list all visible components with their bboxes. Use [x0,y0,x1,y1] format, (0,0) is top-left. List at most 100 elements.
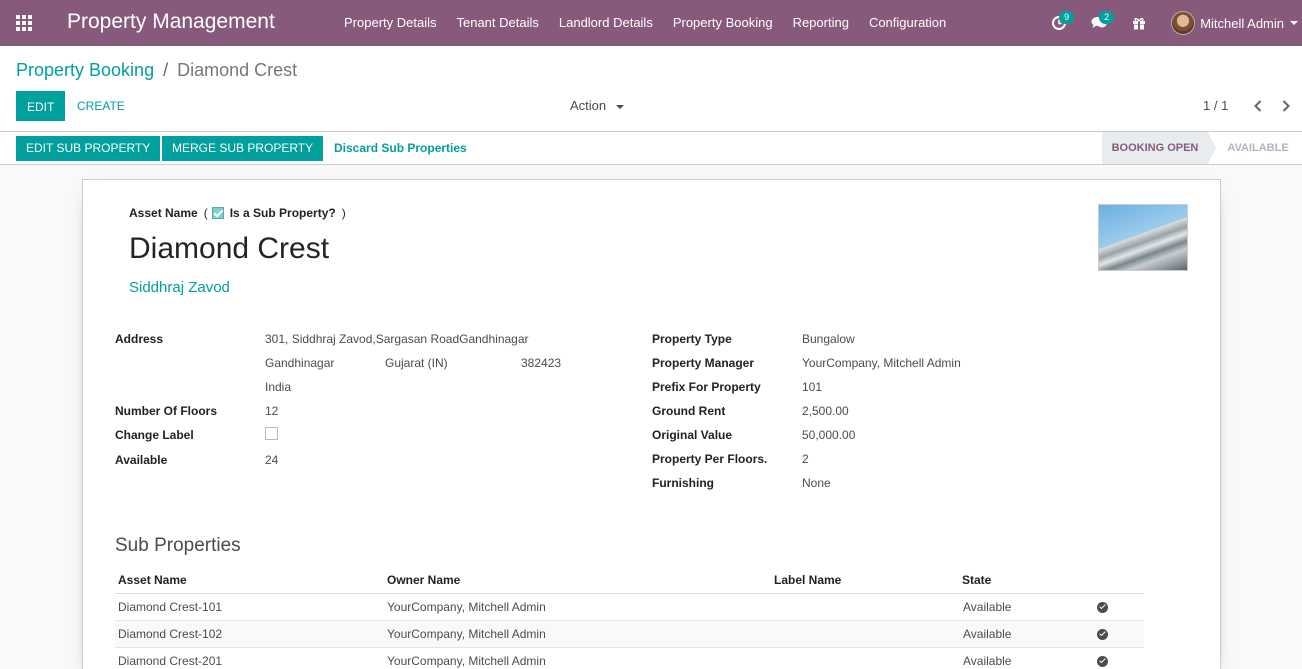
control-panel: Property Booking / Diamond Crest EDIT CR… [0,46,1302,132]
menu-property-booking[interactable]: Property Booking [663,0,783,46]
status-bar: EDIT SUB PROPERTY MERGE SUB PROPERTY Dis… [0,132,1302,165]
is-sub-property-label: Is a Sub Property? [229,206,336,220]
avatar [1171,11,1196,35]
chevron-down-icon [1290,21,1298,25]
is-sub-property-checkbox[interactable] [211,207,224,219]
systray: 9 2 Mitchell Admin [1039,0,1302,46]
chevron-left-icon [1254,100,1262,112]
messages-count-badge: 2 [1099,11,1115,24]
table-header: Asset Name Owner Name Label Name State [115,567,1144,594]
menu-reporting[interactable]: Reporting [783,0,859,46]
chevron-right-icon [1282,100,1290,112]
available-value: 24 [265,453,279,467]
menu-landlord-details[interactable]: Landlord Details [549,0,663,46]
property-type-value: Bungalow [802,332,855,346]
check-circle-icon[interactable] [1097,656,1108,667]
pager-next-button[interactable] [1277,95,1295,117]
address-label: Address [115,332,164,346]
property-per-floors-label: Property Per Floors. [652,452,768,466]
table-row[interactable]: Diamond Crest-101 YourCompany, Mitchell … [115,594,1144,621]
gift-icon [1133,17,1146,30]
row-asset-name: Diamond Crest-102 [118,627,223,641]
original-value-value: 50,000.00 [802,428,856,442]
check-circle-icon[interactable] [1097,629,1108,640]
address-street[interactable]: 301, Siddhraj Zavod,Sargasan RoadGandhin… [265,332,529,346]
menu-tenant-details[interactable]: Tenant Details [446,0,548,46]
row-asset-name: Diamond Crest-101 [118,600,223,614]
pager-previous-button[interactable] [1249,95,1267,117]
user-name: Mitchell Admin [1200,15,1284,31]
table-row[interactable]: Diamond Crest-102 YourCompany, Mitchell … [115,621,1144,648]
action-label: Action [570,98,607,113]
create-button[interactable]: CREATE [68,91,134,121]
paren-open: ( [203,206,208,220]
discard-sub-properties-button[interactable]: Discard Sub Properties [334,136,467,161]
asset-name-label: Asset Name [129,206,198,220]
menu-property-details[interactable]: Property Details [334,0,446,46]
edit-button[interactable]: EDIT [16,91,66,121]
asset-name-header: Asset Name ( Is a Sub Property?) [129,206,350,220]
address-state[interactable]: Gujarat (IN) [385,356,448,370]
row-asset-name: Diamond Crest-201 [118,654,223,668]
edit-sub-property-button[interactable]: EDIT SUB PROPERTY [16,136,161,161]
original-value-label: Original Value [652,428,733,442]
record-title: Diamond Crest [129,232,330,265]
app-brand[interactable]: Property Management [67,10,275,34]
table-row[interactable]: Diamond Crest-201 YourCompany, Mitchell … [115,648,1144,669]
messages-button[interactable]: 2 [1079,0,1119,46]
row-owner-name: YourCompany, Mitchell Admin [387,600,546,614]
furnishing-label: Furnishing [652,476,714,490]
table-body: Diamond Crest-101 YourCompany, Mitchell … [115,594,1144,669]
ground-rent-label: Ground Rent [652,404,726,418]
paren-close: ) [341,206,346,220]
row-state: Available [963,627,1012,641]
furnishing-value: None [802,476,831,490]
col-asset-name[interactable]: Asset Name [118,573,187,587]
action-dropdown[interactable]: Action [570,98,624,113]
main-menu: Property Details Tenant Details Landlord… [334,0,956,46]
floors-value: 12 [265,404,279,418]
stage-arrow [1208,132,1216,164]
breadcrumb-parent[interactable]: Property Booking [16,60,154,80]
address-city[interactable]: Gandhinagar [265,356,334,370]
address-zip[interactable]: 382423 [521,356,561,370]
sub-properties-table: Asset Name Owner Name Label Name State D… [115,567,1144,669]
property-manager-value[interactable]: YourCompany, Mitchell Admin [802,356,961,370]
check-circle-icon[interactable] [1097,602,1108,613]
property-per-floors-value: 2 [802,452,809,466]
activity-count-badge: 9 [1059,11,1075,24]
breadcrumb-current: Diamond Crest [177,60,298,80]
property-manager-label: Property Manager [652,356,755,370]
prefix-value: 101 [802,380,823,394]
row-state: Available [963,600,1012,614]
stage-available[interactable]: AVAILABLE [1218,132,1298,164]
owner-link[interactable]: Siddhraj Zavod [129,279,230,296]
merge-sub-property-button[interactable]: MERGE SUB PROPERTY [162,136,324,161]
pager-value[interactable]: 1 / 1 [1203,98,1228,113]
col-label-name[interactable]: Label Name [774,573,841,587]
user-menu[interactable]: Mitchell Admin [1159,0,1302,46]
form-sheet: Asset Name ( Is a Sub Property?) Diamond C… [82,179,1221,669]
address-country[interactable]: India [265,380,291,394]
row-owner-name: YourCompany, Mitchell Admin [387,627,546,641]
breadcrumb-separator: / [163,60,169,80]
chevron-down-icon [615,104,624,109]
gift-button[interactable] [1119,0,1159,46]
property-type-label: Property Type [652,332,732,346]
ground-rent-value: 2,500.00 [802,404,849,418]
floors-label: Number Of Floors [115,404,218,418]
top-navbar: Property Management Property Details Ten… [0,0,1302,46]
change-label-label: Change Label [115,428,194,442]
stage-booking-open[interactable]: BOOKING OPEN [1102,132,1208,164]
row-owner-name: YourCompany, Mitchell Admin [387,654,546,668]
row-state: Available [963,654,1012,668]
col-owner-name[interactable]: Owner Name [387,573,460,587]
breadcrumb: Property Booking / Diamond Crest [16,60,297,81]
col-state[interactable]: State [962,573,991,587]
change-label-checkbox[interactable] [265,427,278,440]
property-image[interactable] [1098,204,1188,271]
sub-properties-title: Sub Properties [115,535,241,556]
activity-button[interactable]: 9 [1039,0,1079,46]
menu-configuration[interactable]: Configuration [859,0,956,46]
apps-grid-icon[interactable] [16,15,33,31]
